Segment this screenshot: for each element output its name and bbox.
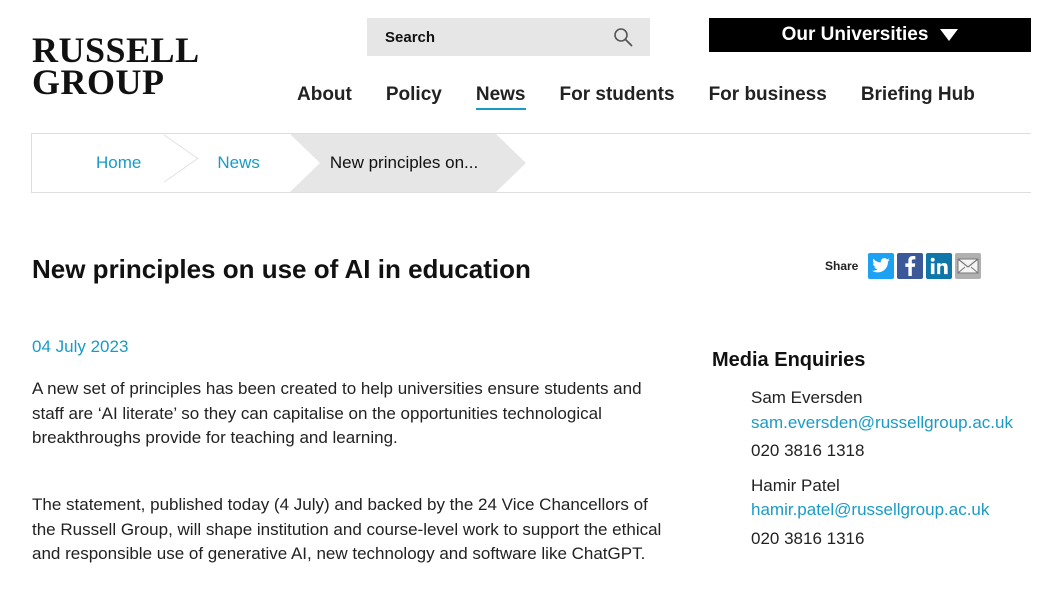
contact-phone: 020 3816 1318 bbox=[751, 441, 865, 460]
email-icon[interactable] bbox=[955, 253, 982, 279]
russell-group-logo[interactable]: RUSSELL GROUP bbox=[32, 32, 200, 102]
nav-briefing-hub[interactable]: Briefing Hub bbox=[861, 84, 975, 110]
contact-email-link[interactable]: sam.eversden@russellgroup.ac.uk bbox=[751, 411, 1042, 436]
article-paragraph-1: A new set of principles has been created… bbox=[32, 379, 642, 447]
main-nav: About Policy News For students For busin… bbox=[297, 84, 975, 110]
linkedin-icon[interactable] bbox=[926, 253, 953, 279]
twitter-icon[interactable] bbox=[868, 253, 895, 279]
triangle-down-icon bbox=[940, 29, 959, 41]
contact-name: Hamir Patel bbox=[751, 475, 840, 495]
media-enquiries: Media Enquiries Sam Eversden sam.eversde… bbox=[712, 349, 1042, 551]
nav-for-students[interactable]: For students bbox=[560, 84, 675, 110]
facebook-icon[interactable] bbox=[897, 253, 924, 279]
article-paragraph-2: The statement, published today (4 July) … bbox=[32, 495, 662, 563]
our-universities-label: Our Universities bbox=[781, 24, 929, 45]
share-bar: Share bbox=[825, 253, 984, 279]
contact-name: Sam Eversden bbox=[751, 388, 863, 407]
nav-for-business[interactable]: For business bbox=[709, 84, 827, 110]
article-date: 04 July 2023 bbox=[32, 337, 129, 356]
contact-card: Hamir Patel hamir.patel@russellgroup.ac.… bbox=[751, 474, 1042, 552]
breadcrumb-current-label: New principles on... bbox=[329, 153, 479, 172]
contact-email-link[interactable]: hamir.patel@russellgroup.ac.uk bbox=[751, 498, 1042, 523]
media-enquiries-heading: Media Enquiries bbox=[712, 349, 866, 371]
search-input[interactable] bbox=[385, 28, 612, 46]
search-icon[interactable] bbox=[612, 26, 634, 48]
share-label: Share bbox=[825, 259, 859, 273]
logo-line-2: GROUP bbox=[32, 62, 165, 102]
nav-policy[interactable]: Policy bbox=[386, 84, 442, 110]
breadcrumb-news[interactable]: News bbox=[181, 134, 286, 192]
breadcrumb-current: New principles on... bbox=[289, 134, 527, 192]
nav-news[interactable]: News bbox=[475, 84, 526, 110]
page-title: New principles on use of AI in education bbox=[32, 254, 531, 284]
breadcrumb: Home News New principles on... bbox=[31, 133, 1031, 193]
breadcrumb-home[interactable]: Home bbox=[32, 134, 181, 192]
search-bar bbox=[367, 18, 650, 56]
contact-phone: 020 3816 1316 bbox=[751, 528, 865, 548]
contact-card: Sam Eversden sam.eversden@russellgroup.a… bbox=[751, 386, 1042, 464]
our-universities-dropdown[interactable]: Our Universities bbox=[709, 18, 1031, 52]
nav-about[interactable]: About bbox=[297, 84, 352, 110]
